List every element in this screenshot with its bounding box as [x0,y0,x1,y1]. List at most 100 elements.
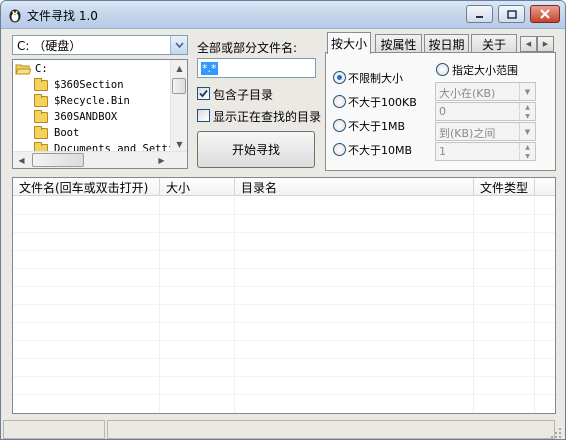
show-current-dir-checkbox[interactable] [197,109,210,122]
grid-line [13,322,555,323]
size-to-select[interactable]: 到(KB)之间 ▼ [435,122,536,141]
tree-vertical-scrollbar[interactable]: ▲ ▼ [170,60,187,153]
tab-attributes[interactable]: 按属性 [375,34,422,54]
grid-line [159,197,160,413]
folder-icon [34,93,48,107]
grid-line [13,340,555,341]
scroll-up-icon[interactable]: ▲ [171,60,187,77]
size-from-spinner[interactable]: 0 ▲ ▼ [435,102,536,121]
tab-size[interactable]: 按大小 [327,32,371,54]
radio-max-1mb[interactable] [333,119,346,132]
column-header-filename[interactable]: 文件名(回车或双击打开) [13,178,160,196]
tree-item-label: Boot [54,127,80,139]
maximize-icon [506,9,517,19]
drive-select-value: C: （硬盘） [17,38,82,53]
tree-item[interactable]: $360Section [34,77,124,93]
include-subdirs-checkbox[interactable] [197,87,210,100]
spin-down-icon[interactable]: ▼ [519,112,535,120]
include-subdirs-label: 包含子目录 [213,88,274,102]
size-from-value: 0 [439,105,446,118]
column-header-label: 文件名(回车或双击打开) [19,180,149,195]
filename-input-value: *.* [201,62,218,75]
tab-label: 按日期 [428,38,465,52]
resize-grip-icon[interactable] [550,427,562,439]
tab-label: 按属性 [380,38,417,52]
main-window: 文件寻找 1.0 C: （硬盘） C: $360Section $Recycle… [0,0,566,440]
folder-icon [34,77,48,91]
tree-item-label: 360SANDBOX [54,111,118,123]
size-to-value: 1 [439,145,446,158]
close-button[interactable] [530,5,560,23]
grid-line [473,197,474,413]
size-to-spinner[interactable]: 1 ▲ ▼ [435,142,536,161]
check-icon [199,89,208,98]
radio-no-size-limit[interactable] [333,71,346,84]
grid-line [534,197,535,413]
minimize-button[interactable] [466,5,493,23]
scroll-thumb[interactable] [172,78,186,94]
tree-item[interactable]: 360SANDBOX [34,109,117,125]
tree-horizontal-scrollbar[interactable]: ◀ ▶ [13,151,187,168]
column-header-label: 文件类型 [480,180,529,195]
scroll-thumb[interactable] [32,153,84,167]
results-list[interactable]: 文件名(回车或双击打开) 大小 目录名 文件类型 [12,177,556,414]
tab-scroll-left-icon[interactable]: ◀ [520,36,537,52]
grid-line [13,376,555,377]
column-header-directory[interactable]: 目录名 [235,178,474,196]
radio-max-10mb[interactable] [333,143,346,156]
tree-item[interactable]: Boot [34,125,79,141]
scroll-left-icon[interactable]: ◀ [13,152,30,168]
tree-item[interactable]: $Recycle.Bin [34,93,130,109]
grid-line [13,394,555,395]
grid-line [13,250,555,251]
spin-up-icon[interactable]: ▲ [519,143,535,151]
grid-line [13,268,555,269]
folder-tree[interactable]: C: $360Section $Recycle.Bin 360SANDBOX B… [12,59,188,169]
grid-line [13,214,555,215]
size-unit-select[interactable]: 大小在(KB) ▼ [435,82,536,101]
tab-label: 按大小 [330,37,367,51]
penguin-icon [9,9,21,23]
filename-input[interactable]: *.* [197,58,316,78]
title-bar[interactable]: 文件寻找 1.0 [1,1,565,29]
column-header-size[interactable]: 大小 [160,178,235,196]
drive-select[interactable]: C: （硬盘） [12,35,188,55]
drive-dropdown-button[interactable] [170,36,187,54]
radio-label: 指定大小范围 [452,64,518,77]
tab-date[interactable]: 按日期 [424,34,469,54]
tab-scroll-buttons: ◀ ▶ [520,36,554,52]
column-header-label: 大小 [166,180,191,195]
grid-line [13,286,555,287]
folder-icon [34,109,48,123]
start-search-button[interactable]: 开始寻找 [197,131,315,168]
size-unit-value: 大小在(KB) [439,87,496,100]
tree-item-label: C: [35,63,48,75]
results-header: 文件名(回车或双击打开) 大小 目录名 文件类型 [13,178,555,196]
start-search-label: 开始寻找 [231,143,280,157]
status-bar [1,419,565,439]
spin-up-icon[interactable]: ▲ [519,103,535,111]
radio-label: 不限制大小 [348,72,403,85]
radio-max-100kb[interactable] [333,95,346,108]
open-folder-icon [15,64,31,75]
grid-line [13,304,555,305]
radio-label: 不大于100KB [348,96,417,109]
maximize-button[interactable] [498,5,525,23]
chevron-down-icon [174,42,184,48]
column-header-label: 目录名 [241,180,278,195]
size-to-label: 到(KB)之间 [439,127,496,140]
window-title: 文件寻找 1.0 [27,9,98,23]
tree-item-drive[interactable]: C: [15,61,48,77]
radio-label: 不大于10MB [348,144,413,157]
grid-line [13,232,555,233]
scroll-right-icon[interactable]: ▶ [153,152,170,168]
radio-specify-range[interactable] [436,63,449,76]
tab-about[interactable]: 关于 [471,34,517,54]
tree-item-label: $360Section [54,79,124,91]
show-current-dir-label: 显示正在查找的目录 [213,110,322,124]
tab-scroll-right-icon[interactable]: ▶ [537,36,554,52]
folder-icon [34,125,48,139]
column-header-filetype[interactable]: 文件类型 [474,178,535,196]
chevron-down-icon: ▼ [519,83,535,100]
spin-down-icon[interactable]: ▼ [519,152,535,160]
